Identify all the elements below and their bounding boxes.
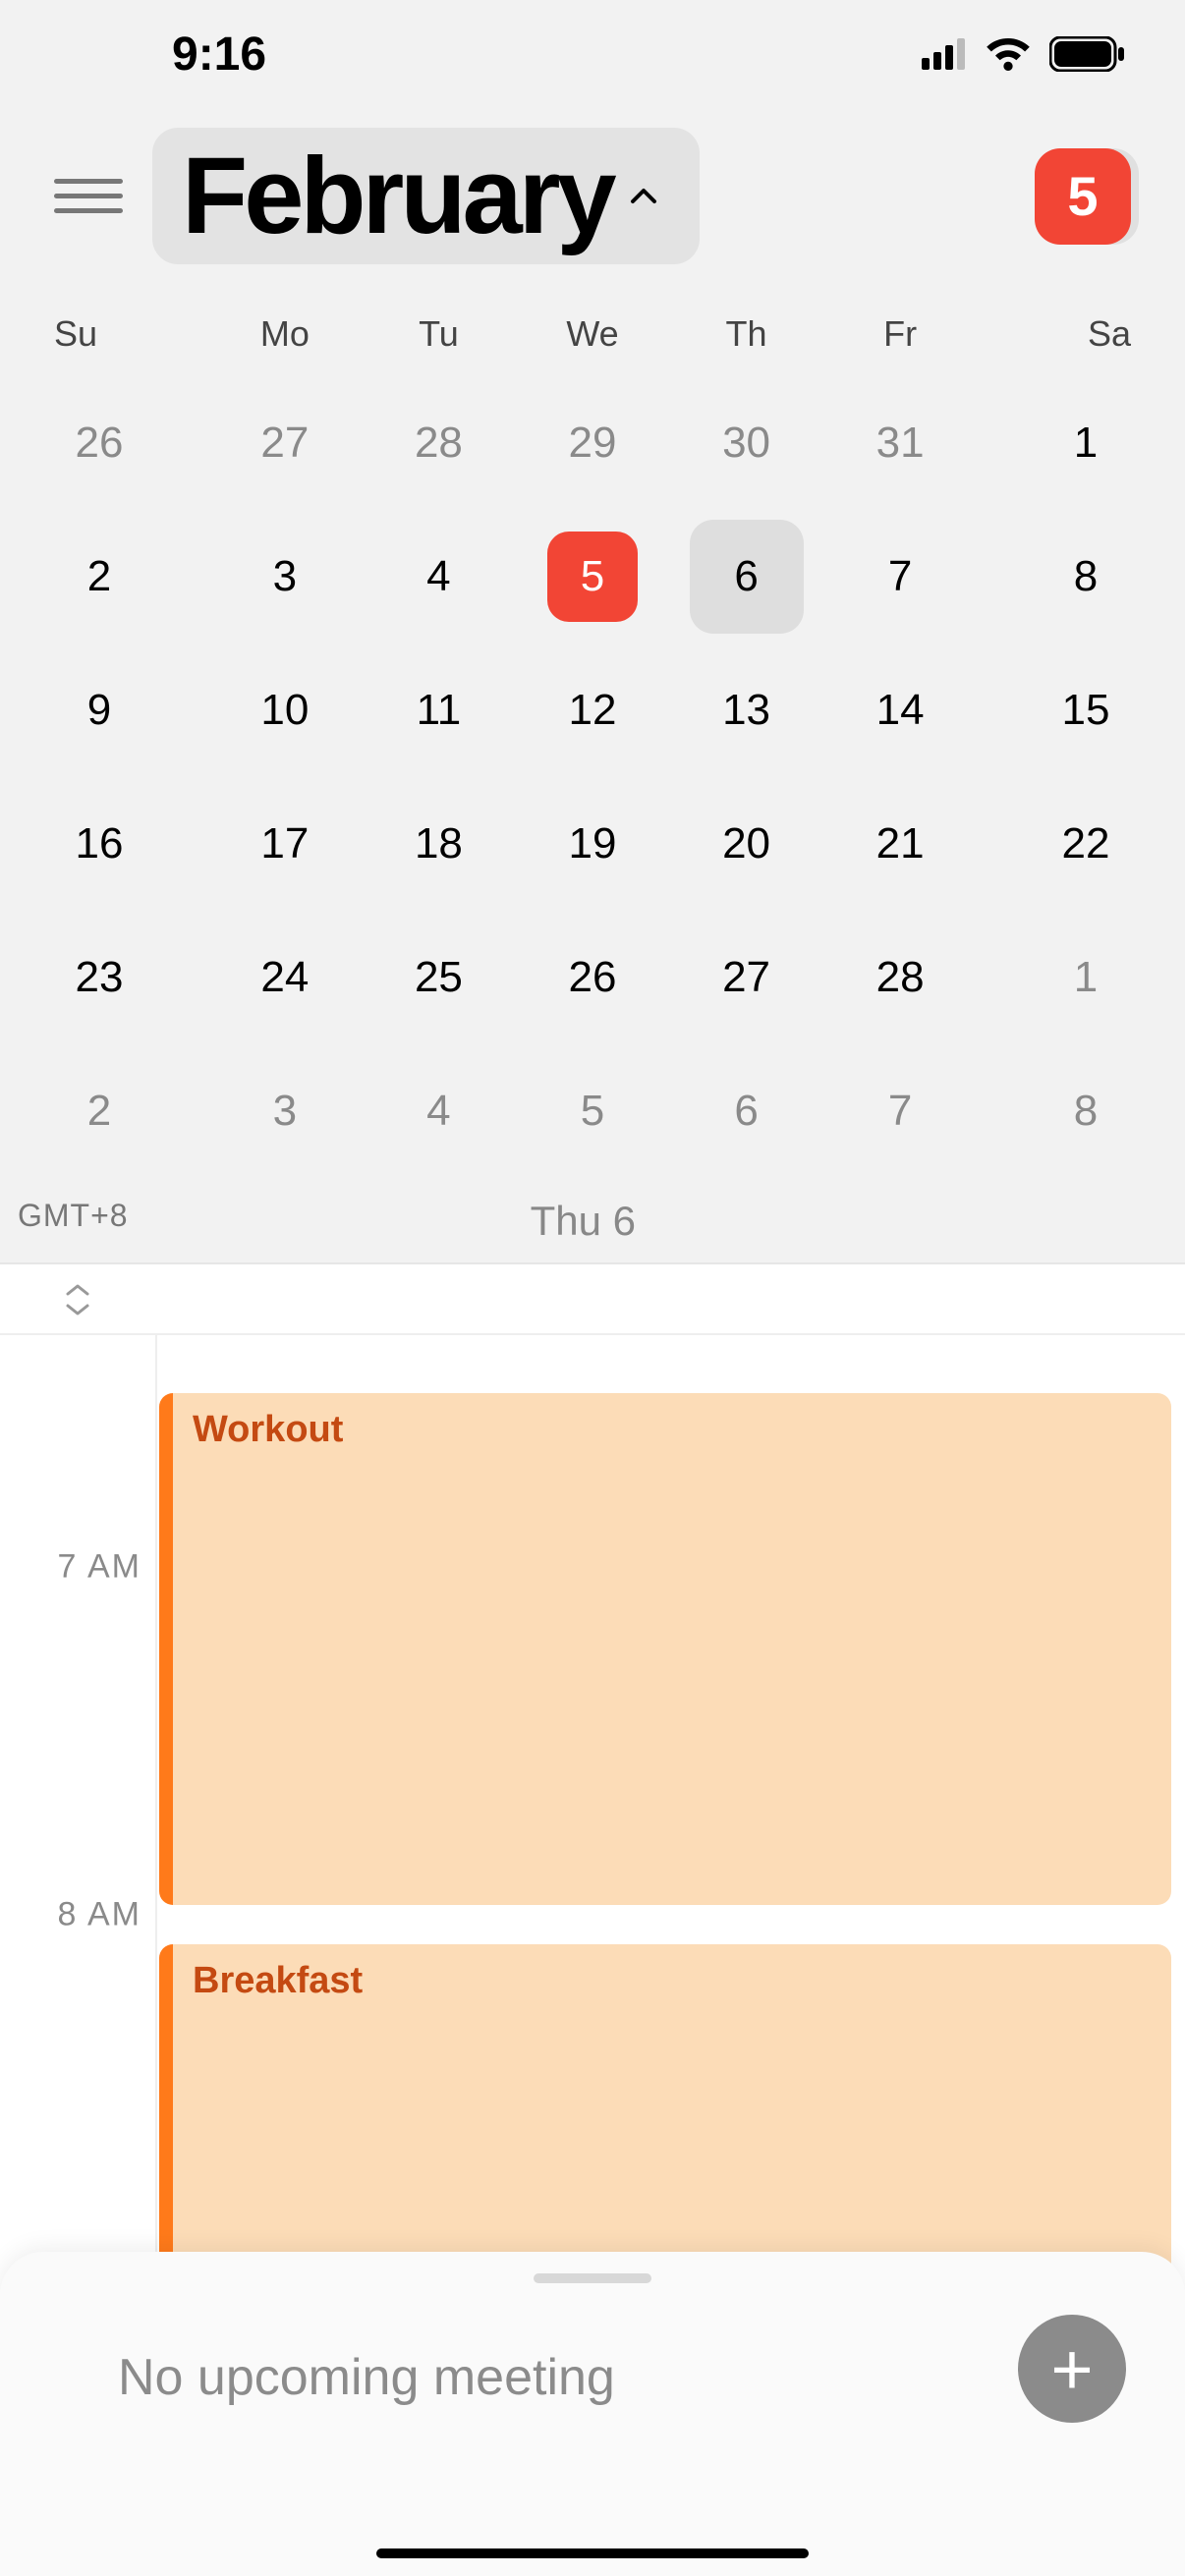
menu-button[interactable] xyxy=(54,167,123,226)
day-cell[interactable]: 26 xyxy=(54,376,208,510)
day-cell[interactable]: 5 xyxy=(516,1044,670,1178)
home-indicator[interactable] xyxy=(376,2548,809,2558)
dow-su: Su xyxy=(54,313,208,355)
chevron-up-icon xyxy=(627,180,660,213)
day-cell[interactable]: 9 xyxy=(54,644,208,777)
day-cell[interactable]: 26 xyxy=(516,911,670,1044)
day-cell[interactable]: 4 xyxy=(362,510,516,644)
day-cell[interactable]: 16 xyxy=(54,777,208,911)
day-cell[interactable]: 17 xyxy=(208,777,363,911)
day-cell[interactable]: 1 xyxy=(977,376,1131,510)
dow-fr: Fr xyxy=(823,313,978,355)
header: February 5 xyxy=(0,108,1185,284)
month-picker[interactable]: February xyxy=(152,128,700,264)
day-cell[interactable]: 24 xyxy=(208,911,363,1044)
day-cell[interactable]: 8 xyxy=(977,510,1131,644)
dow-mo: Mo xyxy=(208,313,363,355)
day-cell[interactable]: 20 xyxy=(669,777,823,911)
day-cell[interactable]: 28 xyxy=(823,911,978,1044)
hour-label: 7 AM xyxy=(58,1548,141,1587)
dow-sa: Sa xyxy=(977,313,1131,355)
dow-tu: Tu xyxy=(362,313,516,355)
day-cell[interactable]: 3 xyxy=(208,1044,363,1178)
day-cell[interactable]: 14 xyxy=(823,644,978,777)
status-right xyxy=(922,36,1126,72)
status-bar: 9:16 xyxy=(0,0,1185,108)
day-cell[interactable]: 3 xyxy=(208,510,363,644)
month-grid: 2627282930311234567891011121314151617181… xyxy=(0,366,1185,1178)
day-cell[interactable]: 2 xyxy=(54,1044,208,1178)
day-cell[interactable]: 6 xyxy=(669,1044,823,1178)
expand-allday-button[interactable] xyxy=(0,1264,155,1335)
allday-row xyxy=(0,1264,1185,1335)
day-cell[interactable]: 27 xyxy=(208,376,363,510)
day-cell[interactable]: 5 xyxy=(516,510,670,644)
day-cell[interactable]: 18 xyxy=(362,777,516,911)
day-cell[interactable]: 13 xyxy=(669,644,823,777)
selected-day-label: Thu 6 xyxy=(531,1198,636,1245)
bottom-sheet[interactable]: No upcoming meeting + xyxy=(0,2252,1185,2576)
schedule[interactable]: 7 AM8 AM WorkoutBreakfast xyxy=(0,1262,1185,2422)
day-cell[interactable]: 1 xyxy=(977,911,1131,1044)
today-button[interactable]: 5 xyxy=(1035,148,1131,245)
day-cell[interactable]: 7 xyxy=(823,1044,978,1178)
day-cell[interactable]: 10 xyxy=(208,644,363,777)
sheet-grabber[interactable] xyxy=(534,2273,651,2283)
hour-label: 8 AM xyxy=(58,1896,141,1934)
tz-row: GMT+8 Thu 6 xyxy=(0,1178,1185,1262)
day-cell[interactable]: 30 xyxy=(669,376,823,510)
day-cell[interactable]: 23 xyxy=(54,911,208,1044)
battery-icon xyxy=(1049,36,1126,72)
day-cell[interactable]: 11 xyxy=(362,644,516,777)
add-event-button[interactable]: + xyxy=(1018,2315,1126,2423)
day-cell[interactable]: 31 xyxy=(823,376,978,510)
timezone-label: GMT+8 xyxy=(18,1198,129,1234)
dow-we: We xyxy=(516,313,670,355)
day-cell[interactable]: 27 xyxy=(669,911,823,1044)
day-cell[interactable]: 6 xyxy=(669,510,823,644)
day-cell[interactable]: 8 xyxy=(977,1044,1131,1178)
day-cell[interactable]: 29 xyxy=(516,376,670,510)
day-cell[interactable]: 21 xyxy=(823,777,978,911)
dow-row: SuMoTuWeThFrSa xyxy=(0,284,1185,366)
cellular-icon xyxy=(922,38,967,70)
month-label: February xyxy=(182,134,613,258)
status-time: 9:16 xyxy=(172,28,266,82)
day-cell[interactable]: 2 xyxy=(54,510,208,644)
upcoming-message: No upcoming meeting xyxy=(118,2348,615,2407)
day-cell[interactable]: 7 xyxy=(823,510,978,644)
event-block[interactable]: Workout xyxy=(159,1393,1171,1905)
wifi-icon xyxy=(985,37,1032,71)
day-cell[interactable]: 19 xyxy=(516,777,670,911)
day-cell[interactable]: 25 xyxy=(362,911,516,1044)
day-cell[interactable]: 22 xyxy=(977,777,1131,911)
plus-icon: + xyxy=(1050,2327,1093,2411)
day-cell[interactable]: 4 xyxy=(362,1044,516,1178)
day-cell[interactable]: 12 xyxy=(516,644,670,777)
dow-th: Th xyxy=(669,313,823,355)
day-cell[interactable]: 28 xyxy=(362,376,516,510)
day-cell[interactable]: 15 xyxy=(977,644,1131,777)
